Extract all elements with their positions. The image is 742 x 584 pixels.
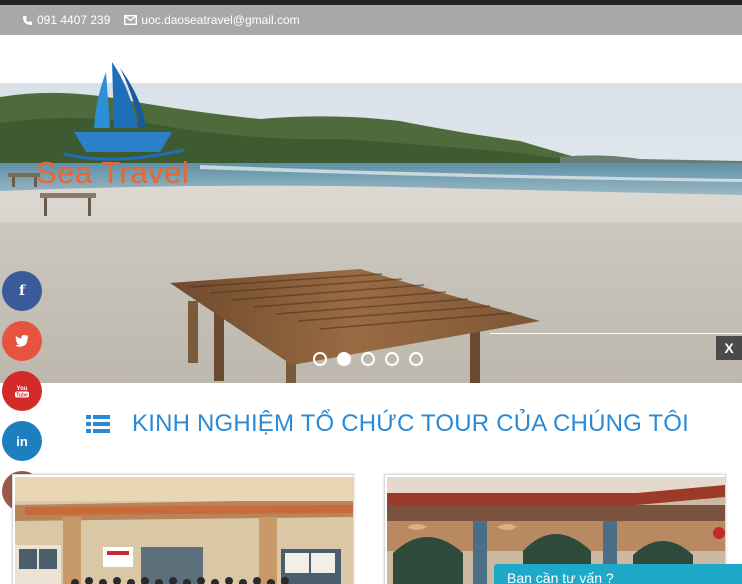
youtube-button[interactable]: You Tube	[2, 371, 42, 411]
slider-dot[interactable]	[409, 352, 423, 366]
phone-contact[interactable]: 091 4407 239	[22, 13, 110, 27]
slider-dot-active[interactable]	[337, 352, 351, 366]
svg-text:Tube: Tube	[16, 393, 28, 399]
list-icon	[86, 415, 110, 433]
phone-icon	[23, 15, 32, 25]
close-button[interactable]: X	[716, 336, 742, 360]
slider-dot[interactable]	[313, 352, 327, 366]
tour-card[interactable]	[12, 474, 354, 584]
logo-text: Sea Travel	[36, 155, 190, 190]
facebook-icon: f	[18, 283, 26, 299]
phone-number: 091 4407 239	[37, 13, 111, 27]
envelope-icon	[124, 15, 138, 25]
group-photo	[15, 477, 353, 584]
slider-dot[interactable]	[385, 352, 399, 366]
twitter-button[interactable]	[2, 321, 42, 361]
youtube-icon: You Tube	[15, 386, 29, 399]
slider-dots	[313, 352, 423, 366]
facebook-button[interactable]: f	[2, 271, 42, 311]
linkedin-button[interactable]: in	[2, 421, 42, 461]
chat-widget[interactable]: Bạn cần tư vấn ?	[494, 564, 742, 584]
twitter-icon	[15, 335, 29, 347]
section-title: KINH NGHIỆM TỔ CHỨC TOUR CỦA CHÚNG TÔI	[132, 410, 690, 437]
email-address: uoc.daoseatravel@gmail.com	[141, 13, 300, 27]
page: 091 4407 239 uoc.daoseatravel@gmail.com	[0, 0, 742, 584]
hero-divider	[490, 333, 742, 334]
section-heading: KINH NGHIỆM TỔ CHỨC TOUR CỦA CHÚNG TÔI	[86, 410, 689, 438]
contact-topbar: 091 4407 239 uoc.daoseatravel@gmail.com	[0, 5, 742, 35]
linkedin-icon: in	[16, 433, 28, 449]
svg-text:You: You	[17, 386, 28, 392]
email-contact[interactable]: uoc.daoseatravel@gmail.com	[124, 13, 300, 27]
slider-dot[interactable]	[361, 352, 375, 366]
